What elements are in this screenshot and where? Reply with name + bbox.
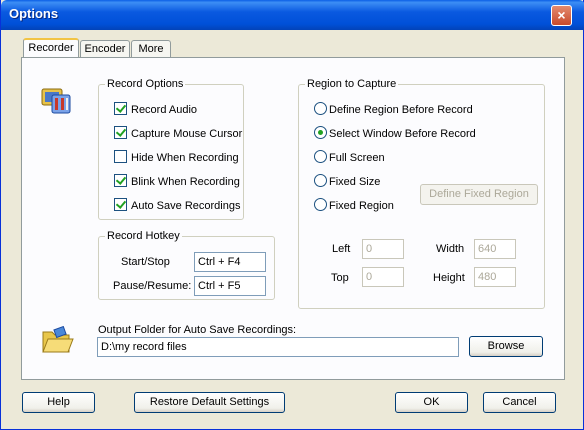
pause-resume-label: Pause/Resume: <box>113 280 192 292</box>
full-screen-radio[interactable]: Full Screen <box>314 150 385 166</box>
record-hotkey-group: Record Hotkey Start/Stop Ctrl + F4 Pause… <box>98 230 275 300</box>
start-stop-label: Start/Stop <box>121 256 170 268</box>
capture-mouse-cursor-checkbox[interactable]: Capture Mouse Cursor <box>114 126 242 142</box>
record-hotkey-title: Record Hotkey <box>105 230 182 243</box>
tab-recorder[interactable]: Recorder <box>23 38 79 59</box>
height-field[interactable]: 480 <box>474 267 516 287</box>
radio-circle[interactable] <box>314 174 327 187</box>
restore-default-settings-button[interactable]: Restore Default Settings <box>134 392 285 413</box>
width-field[interactable]: 640 <box>474 239 516 259</box>
region-to-capture-title: Region to Capture <box>305 78 399 91</box>
auto-save-recordings-checkbox[interactable]: Auto Save Recordings <box>114 198 240 214</box>
window-title: Options <box>9 6 59 21</box>
select-window-before-record-radio[interactable]: Select Window Before Record <box>314 126 476 142</box>
checkbox-box[interactable] <box>114 150 127 163</box>
start-stop-hotkey-field[interactable]: Ctrl + F4 <box>194 252 266 272</box>
close-button[interactable]: × <box>551 5 572 26</box>
blink-when-recording-checkbox[interactable]: Blink When Recording <box>114 174 240 190</box>
pause-resume-hotkey-field[interactable]: Ctrl + F5 <box>194 276 266 296</box>
radio-circle[interactable] <box>314 150 327 163</box>
checkbox-box[interactable] <box>114 102 127 115</box>
folder-icon <box>40 325 74 356</box>
top-label: Top <box>331 272 349 284</box>
options-dialog: Options × Recorder Encoder More Record O… <box>0 0 584 430</box>
ok-button[interactable]: OK <box>395 392 468 413</box>
height-label: Height <box>433 272 465 284</box>
cancel-button[interactable]: Cancel <box>483 392 556 413</box>
help-button[interactable]: Help <box>22 392 95 413</box>
radio-circle[interactable] <box>314 198 327 211</box>
define-fixed-region-button[interactable]: Define Fixed Region <box>420 184 538 205</box>
radio-circle[interactable] <box>314 102 327 115</box>
output-folder-label: Output Folder for Auto Save Recordings: <box>98 324 297 336</box>
top-field[interactable]: 0 <box>362 267 404 287</box>
left-field[interactable]: 0 <box>362 239 404 259</box>
checkbox-box[interactable] <box>114 198 127 211</box>
hide-when-recording-checkbox[interactable]: Hide When Recording <box>114 150 239 166</box>
checkbox-box[interactable] <box>114 126 127 139</box>
define-region-before-record-radio[interactable]: Define Region Before Record <box>314 102 473 118</box>
width-label: Width <box>436 243 465 255</box>
region-to-capture-group: Region to Capture Define Region Before R… <box>298 78 545 309</box>
recorder-tab-panel: Record Options Record Audio Capture Mous… <box>21 57 565 380</box>
record-options-group: Record Options Record Audio Capture Mous… <box>98 78 244 220</box>
record-audio-checkbox[interactable]: Record Audio <box>114 102 197 118</box>
checkbox-box[interactable] <box>114 174 127 187</box>
left-label: Left <box>332 243 351 255</box>
output-folder-field[interactable]: D:\my record files <box>97 337 459 357</box>
record-options-title: Record Options <box>105 78 186 91</box>
browse-button[interactable]: Browse <box>469 336 543 357</box>
radio-circle[interactable] <box>314 126 327 139</box>
title-bar[interactable]: Options × <box>1 0 584 30</box>
fixed-size-radio[interactable]: Fixed Size <box>314 174 380 190</box>
fixed-region-radio[interactable]: Fixed Region <box>314 198 394 214</box>
recorder-icon <box>40 85 74 115</box>
